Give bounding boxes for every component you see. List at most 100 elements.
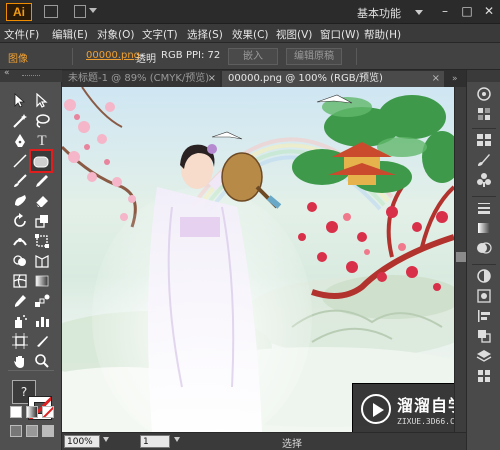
linked-filename-link[interactable]: 00000.png	[86, 50, 140, 61]
collapse-chevrons-icon[interactable]: «	[4, 68, 10, 78]
menu-window[interactable]: 窗口(W)	[320, 27, 360, 42]
divider	[8, 370, 54, 371]
divider	[356, 48, 357, 65]
chevron-down-icon[interactable]	[103, 437, 109, 442]
artboards-panel-icon[interactable]	[474, 368, 494, 386]
symbols-icon[interactable]	[474, 172, 494, 190]
screen-mode-button[interactable]	[42, 425, 54, 437]
transparency-panel-icon[interactable]	[474, 240, 494, 258]
gradient-tool-icon[interactable]	[32, 272, 52, 290]
ppi-label: PPI: 72	[186, 50, 221, 61]
workspace-switcher[interactable]: 基本功能	[357, 5, 401, 21]
swatches-icon[interactable]	[474, 132, 494, 150]
play-logo-icon	[361, 394, 391, 424]
hand-tool-icon[interactable]	[10, 352, 30, 370]
blob-brush-tool-icon[interactable]	[10, 192, 30, 210]
pen-tool-icon[interactable]	[10, 132, 30, 150]
vertical-scrollbar[interactable]	[454, 87, 466, 432]
arrange-documents-icon[interactable]	[74, 5, 86, 18]
slice-tool-icon[interactable]	[32, 332, 52, 350]
edit-original-button[interactable]: 编辑原稿	[286, 48, 342, 65]
gradient-panel-icon[interactable]	[474, 220, 494, 238]
scale-tool-icon[interactable]	[32, 212, 52, 230]
close-button[interactable]: ✕	[482, 4, 496, 18]
color-guide-icon[interactable]	[474, 106, 494, 124]
status-bar: 100% 1 选择	[62, 432, 466, 450]
chevron-down-icon[interactable]	[89, 8, 97, 13]
eraser-tool-icon[interactable]	[32, 192, 52, 210]
align-panel-icon[interactable]	[474, 308, 494, 326]
brushes-icon[interactable]	[474, 152, 494, 170]
zoom-level-field[interactable]: 100%	[64, 435, 100, 448]
menu-type[interactable]: 文字(T)	[142, 27, 178, 42]
color-panel-icon[interactable]	[474, 86, 494, 104]
panel-dock-header[interactable]	[467, 70, 500, 82]
menu-file[interactable]: 文件(F)	[4, 27, 39, 42]
color-mode-button[interactable]	[10, 406, 22, 418]
free-transform-tool-icon[interactable]	[32, 232, 52, 250]
rotate-tool-icon[interactable]	[10, 212, 30, 230]
chevron-down-icon[interactable]	[174, 437, 180, 442]
eyedropper-tool-icon[interactable]	[10, 292, 30, 310]
watermark-badge: 溜溜自学 ZIXUE.3D66.COM	[352, 383, 470, 435]
pencil-tool-icon[interactable]	[32, 172, 52, 190]
column-graph-tool-icon[interactable]	[32, 312, 52, 330]
perspective-grid-tool-icon[interactable]	[32, 252, 52, 270]
appearance-panel-icon[interactable]	[474, 268, 494, 286]
shape-builder-tool-icon[interactable]	[10, 252, 30, 270]
tools-panel: « T ?	[0, 68, 62, 450]
blend-tool-icon[interactable]	[32, 292, 52, 310]
control-bar: 图像 00000.png 透明 RGB PPI: 72 嵌入 编辑原稿	[0, 43, 500, 70]
divider	[472, 128, 496, 129]
scrollbar-thumb[interactable]	[456, 252, 466, 262]
magic-wand-tool-icon[interactable]	[10, 112, 30, 130]
zoom-tool-icon[interactable]	[32, 352, 52, 370]
artboard-canvas[interactable]	[62, 87, 454, 432]
stroke-panel-icon[interactable]	[474, 200, 494, 218]
layers-panel-icon[interactable]	[474, 348, 494, 366]
tabs-overflow-icon[interactable]: »	[452, 74, 458, 84]
lasso-tool-icon[interactable]	[32, 112, 52, 130]
close-icon[interactable]: ×	[208, 71, 216, 86]
none-mode-button[interactable]	[42, 406, 54, 418]
panel-dock	[466, 70, 500, 450]
line-segment-tool-icon[interactable]	[10, 152, 30, 170]
tab-untitled-1[interactable]: 未标题-1 @ 89% (CMYK/预览) ×	[62, 71, 220, 87]
tab-label: 00000.png @ 100% (RGB/预览)	[228, 73, 383, 84]
bridge-icon[interactable]	[44, 5, 58, 18]
minimize-button[interactable]: –	[438, 4, 452, 18]
pathfinder-icon[interactable]	[474, 328, 494, 346]
title-bar: Ai 基本功能 – □ ✕	[0, 0, 500, 24]
gradient-mode-button[interactable]	[26, 406, 38, 418]
menu-object[interactable]: 对象(O)	[97, 27, 134, 42]
menu-bar: 文件(F) 编辑(E) 对象(O) 文字(T) 选择(S) 效果(C) 视图(V…	[0, 24, 500, 43]
menu-effect[interactable]: 效果(C)	[232, 27, 269, 42]
panel-grip-icon[interactable]	[22, 75, 40, 77]
menu-select[interactable]: 选择(S)	[187, 27, 223, 42]
tab-00000-png[interactable]: 00000.png @ 100% (RGB/预览) ×	[222, 71, 444, 87]
graphic-styles-icon[interactable]	[474, 288, 494, 306]
type-tool-icon[interactable]: T	[32, 132, 52, 150]
rounded-rectangle-tool-icon[interactable]	[29, 149, 53, 173]
paintbrush-tool-icon[interactable]	[10, 172, 30, 190]
menu-edit[interactable]: 编辑(E)	[52, 27, 88, 42]
artboard-number-field[interactable]: 1	[140, 435, 170, 448]
embed-button[interactable]: 嵌入	[228, 48, 278, 65]
artboard-tool-icon[interactable]	[10, 332, 30, 350]
menu-help[interactable]: 帮助(H)	[364, 27, 401, 42]
draw-normal-button[interactable]	[10, 425, 22, 437]
document-tabs: 未标题-1 @ 89% (CMYK/预览) × 00000.png @ 100%…	[62, 70, 466, 87]
maximize-button[interactable]: □	[460, 4, 474, 18]
transparency-label: 透明	[136, 54, 156, 65]
tab-label: 未标题-1 @ 89% (CMYK/预览)	[68, 73, 210, 84]
selection-tool-icon[interactable]	[10, 92, 30, 110]
mesh-tool-icon[interactable]	[10, 272, 30, 290]
close-icon[interactable]: ×	[432, 71, 440, 86]
direct-selection-tool-icon[interactable]	[32, 92, 52, 110]
draw-behind-button[interactable]	[26, 425, 38, 437]
width-tool-icon[interactable]	[10, 232, 30, 250]
menu-view[interactable]: 视图(V)	[276, 27, 312, 42]
chevron-down-icon[interactable]	[415, 10, 423, 15]
symbol-sprayer-tool-icon[interactable]	[10, 312, 30, 330]
tools-panel-header[interactable]: «	[0, 68, 62, 82]
